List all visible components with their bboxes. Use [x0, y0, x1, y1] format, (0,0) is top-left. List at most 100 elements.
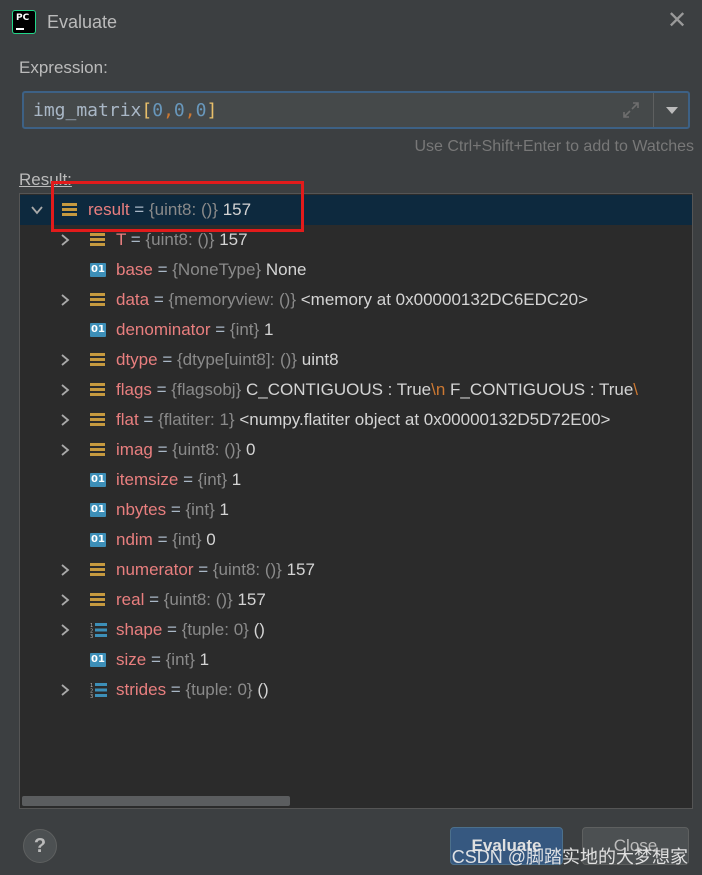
variable-type: {dtype[uint8]: ()} [176, 350, 297, 369]
variable-type: {flatiter: 1} [158, 410, 235, 429]
tree-row[interactable]: data = {memoryview: ()} <memory at 0x000… [20, 285, 692, 315]
variable-name: denominator [116, 320, 211, 339]
variable-name: size [116, 650, 147, 669]
equals-sign: = [151, 380, 172, 399]
field-icon [90, 383, 105, 397]
equals-sign: = [144, 590, 164, 609]
variable-type: {int} [165, 650, 195, 669]
variable-value: <memory at 0x00000132DC6EDC20> [300, 290, 589, 309]
chevron-right-icon[interactable] [58, 233, 72, 247]
expand-editor-icon[interactable] [622, 101, 640, 119]
result-tree[interactable]: 1 2 3 strides = {tuple: 0} () 01 size = {int}… [19, 193, 693, 809]
variable-type: {flagsobj} [171, 380, 242, 399]
watermark: CSDN @脚踏实地的大梦想家 [451, 847, 688, 867]
primitive-icon: 01 [90, 653, 106, 667]
variable-value: uint8 [301, 350, 339, 369]
variable-value: () [253, 620, 265, 639]
result-label: Result: [19, 170, 72, 189]
variable-type: {tuple: 0} [185, 680, 253, 699]
equals-sign: = [166, 500, 186, 519]
tree-row[interactable]: numerator = {uint8: ()} 157 [20, 555, 692, 585]
primitive-icon: 01 [90, 323, 106, 337]
watches-hint: Use Ctrl+Shift+Enter to add to Watches [414, 138, 694, 155]
tree-row[interactable]: 01 size = {int} 1 [20, 645, 692, 675]
horizontal-scrollbar[interactable] [22, 796, 290, 806]
chevron-right-icon[interactable] [58, 443, 72, 457]
variable-type: {int} [172, 530, 202, 549]
title-bar: PC Evaluate ✕ [0, 0, 702, 46]
chevron-right-icon[interactable] [58, 623, 72, 637]
chevron-right-icon[interactable] [58, 413, 72, 427]
equals-sign: = [152, 530, 173, 549]
help-button[interactable]: ? [23, 829, 57, 863]
field-icon [90, 563, 105, 577]
variable-value: 157 [219, 230, 248, 249]
field-icon [90, 413, 105, 427]
equals-sign: = [157, 350, 177, 369]
variable-value: None [265, 260, 307, 279]
tree-row[interactable]: T = {uint8: ()} 157 [20, 225, 692, 255]
primitive-icon: 01 [90, 263, 106, 277]
variable-name: real [116, 590, 145, 609]
tree-row[interactable]: 01 denominator = {int} 1 [20, 315, 692, 345]
svg-text:3: 3 [90, 694, 93, 698]
field-icon [90, 443, 105, 457]
equals-sign: = [126, 230, 146, 249]
tree-row[interactable]: dtype = {dtype[uint8]: ()} uint8 [20, 345, 692, 375]
tree-row[interactable]: 01 ndim = {int} 0 [20, 525, 692, 555]
variable-type: {uint8: ()} [172, 440, 242, 459]
variable-value: 157 [237, 590, 266, 609]
primitive-icon: 01 [90, 533, 106, 547]
close-icon[interactable]: ✕ [666, 9, 688, 33]
field-icon [90, 593, 105, 607]
chevron-right-icon[interactable] [58, 353, 72, 367]
chevron-down-icon[interactable] [30, 203, 44, 217]
tree-row[interactable]: flags = {flagsobj} C_CONTIGUOUS : True\n… [20, 375, 692, 405]
variable-name: strides [116, 680, 167, 699]
tree-row[interactable]: imag = {uint8: ()} 0 [20, 435, 692, 465]
variable-value: 157 [222, 200, 252, 219]
variable-type: {uint8: ()} [145, 230, 215, 249]
list-icon: 123 [90, 623, 107, 638]
history-dropdown-icon[interactable] [666, 107, 678, 114]
expression-input[interactable]: img_matrix[0,0,0] [22, 91, 690, 129]
primitive-icon: 01 [90, 503, 106, 517]
equals-sign: = [138, 410, 159, 429]
variable-type: {int} [185, 500, 215, 519]
chevron-right-icon[interactable] [58, 593, 72, 607]
logo-text: PC [16, 13, 30, 23]
variable-value: C_CONTIGUOUS : True [245, 380, 432, 399]
chevron-right-icon[interactable] [58, 383, 72, 397]
equals-sign: = [210, 320, 230, 339]
tree-row[interactable]: result = {uint8: ()} 157 [20, 195, 692, 225]
tree-row[interactable]: 01 nbytes = {int} 1 [20, 495, 692, 525]
field-icon [90, 353, 105, 367]
variable-type: {tuple: 0} [181, 620, 249, 639]
tree-row[interactable]: 1 2 3 strides = {tuple: 0} () [20, 675, 692, 705]
chevron-right-icon[interactable] [58, 683, 72, 697]
tree-row[interactable]: real = {uint8: ()} 157 [20, 585, 692, 615]
variable-type: {uint8: ()} [163, 590, 233, 609]
equals-sign: = [152, 440, 173, 459]
chevron-right-icon[interactable] [58, 293, 72, 307]
variable-value: 0 [245, 440, 256, 459]
list-icon: 123 [90, 683, 107, 698]
variable-name: numerator [116, 560, 194, 579]
variable-value-continued: F_CONTIGUOUS : True [445, 380, 634, 399]
tree-row[interactable]: 1 2 3 shape = {tuple: 0} () [20, 615, 692, 645]
variable-type: {memoryview: ()} [168, 290, 296, 309]
primitive-icon: 01 [90, 473, 106, 487]
tree-row[interactable]: flat = {flatiter: 1} <numpy.flatiter obj… [20, 405, 692, 435]
variable-name: imag [116, 440, 153, 459]
tree-row[interactable]: 01 itemsize = {int} 1 [20, 465, 692, 495]
variable-name: flat [116, 410, 139, 429]
chevron-right-icon[interactable] [58, 563, 72, 577]
expression-value[interactable]: img_matrix[0,0,0] [33, 100, 217, 121]
equals-sign: = [146, 650, 166, 669]
escape-sequence: \ [633, 380, 639, 399]
variable-value: 1 [263, 320, 274, 339]
tree-row[interactable]: 01 base = {NoneType} None [20, 255, 692, 285]
variable-name: data [116, 290, 150, 309]
variable-value: () [257, 680, 269, 699]
variable-value: 1 [199, 650, 210, 669]
